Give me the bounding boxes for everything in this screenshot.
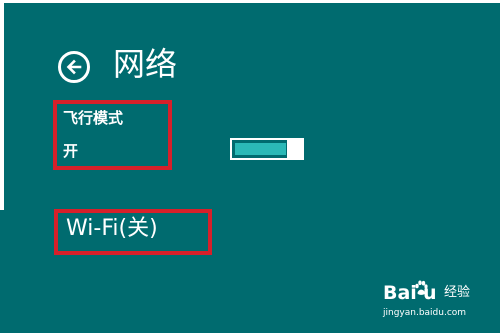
back-arrow-icon [66, 59, 82, 75]
toggle-thumb[interactable] [287, 140, 302, 158]
highlight-box-wifi [54, 209, 212, 255]
baidu-jingyan-watermark: Bai u 经验 jingyan.baidu.com [383, 278, 495, 328]
airplane-mode-toggle[interactable] [230, 138, 304, 160]
network-settings-panel: 网络 飞行模式 开 Wi-Fi(关) Bai u 经验 jingyan.baid… [0, 0, 500, 333]
left-border [0, 0, 4, 210]
back-button[interactable] [58, 51, 90, 83]
watermark-brand-left: Bai [383, 282, 417, 304]
highlight-box-airplane-mode [53, 100, 172, 170]
watermark-brand-right: u [423, 282, 437, 304]
watermark-url: jingyan.baidu.com [383, 308, 467, 318]
page-title: 网络 [113, 45, 178, 83]
toggle-fill [235, 143, 286, 155]
watermark-product: 经验 [444, 285, 471, 300]
top-border [0, 0, 500, 3]
